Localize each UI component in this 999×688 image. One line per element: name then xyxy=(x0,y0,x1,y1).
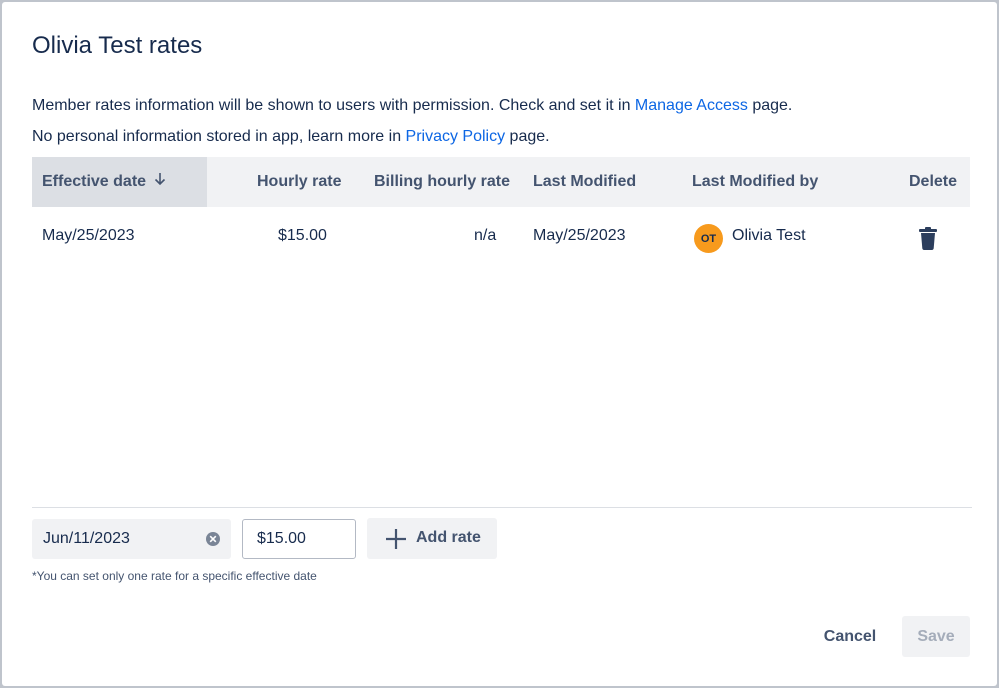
column-header-effective-date[interactable]: Effective date xyxy=(32,157,207,207)
column-header-last-modified-by[interactable]: Last Modified by xyxy=(692,157,818,207)
hint-text: *You can set only one rate for a specifi… xyxy=(32,569,317,583)
dialog-title: Olivia Test rates xyxy=(32,32,203,59)
column-header-last-modified[interactable]: Last Modified xyxy=(533,157,636,207)
info-text: page. xyxy=(747,97,793,114)
trash-icon[interactable] xyxy=(917,226,939,250)
cell-last-modified: May/25/2023 xyxy=(533,227,626,244)
info-text: Member rates information will be shown t… xyxy=(32,97,635,114)
plus-icon xyxy=(385,528,407,550)
info-text: No personal information stored in app, l… xyxy=(32,128,406,145)
manage-access-link[interactable]: Manage Access xyxy=(635,97,748,114)
add-rate-label: Add rate xyxy=(416,529,481,546)
cell-billing-hourly-rate: n/a xyxy=(474,227,497,244)
privacy-policy-link[interactable]: Privacy Policy xyxy=(406,128,506,145)
add-rate-button[interactable]: Add rate xyxy=(367,518,497,559)
column-header-hourly-rate[interactable]: Hourly rate xyxy=(257,157,341,207)
hourly-rate-field[interactable]: $15.00 xyxy=(242,519,356,559)
cell-effective-date: May/25/2023 xyxy=(42,227,135,244)
column-header-delete: Delete xyxy=(909,173,958,190)
clear-icon[interactable] xyxy=(205,531,221,547)
last-modified-by-link[interactable]: Olivia Test xyxy=(732,224,806,248)
effective-date-field[interactable]: Jun/11/2023 xyxy=(32,519,231,559)
info-line-permission: Member rates information will be shown t… xyxy=(32,97,792,115)
cell-hourly-rate: $15.00 xyxy=(278,227,327,244)
table-header: Effective date Hourly rate Billing hourl… xyxy=(32,157,970,207)
column-label: Effective date xyxy=(42,173,147,190)
save-button[interactable]: Save xyxy=(902,616,970,657)
info-text: page. xyxy=(505,128,550,145)
avatar: OT xyxy=(694,224,723,253)
rates-dialog: Olivia Test rates Member rates informati… xyxy=(2,2,997,686)
info-line-privacy: No personal information stored in app, l… xyxy=(32,128,550,146)
arrow-down-icon xyxy=(154,157,166,207)
divider xyxy=(32,507,972,508)
column-header-billing-hourly-rate[interactable]: Billing hourly rate xyxy=(374,157,510,207)
cancel-button[interactable]: Cancel xyxy=(808,617,892,657)
